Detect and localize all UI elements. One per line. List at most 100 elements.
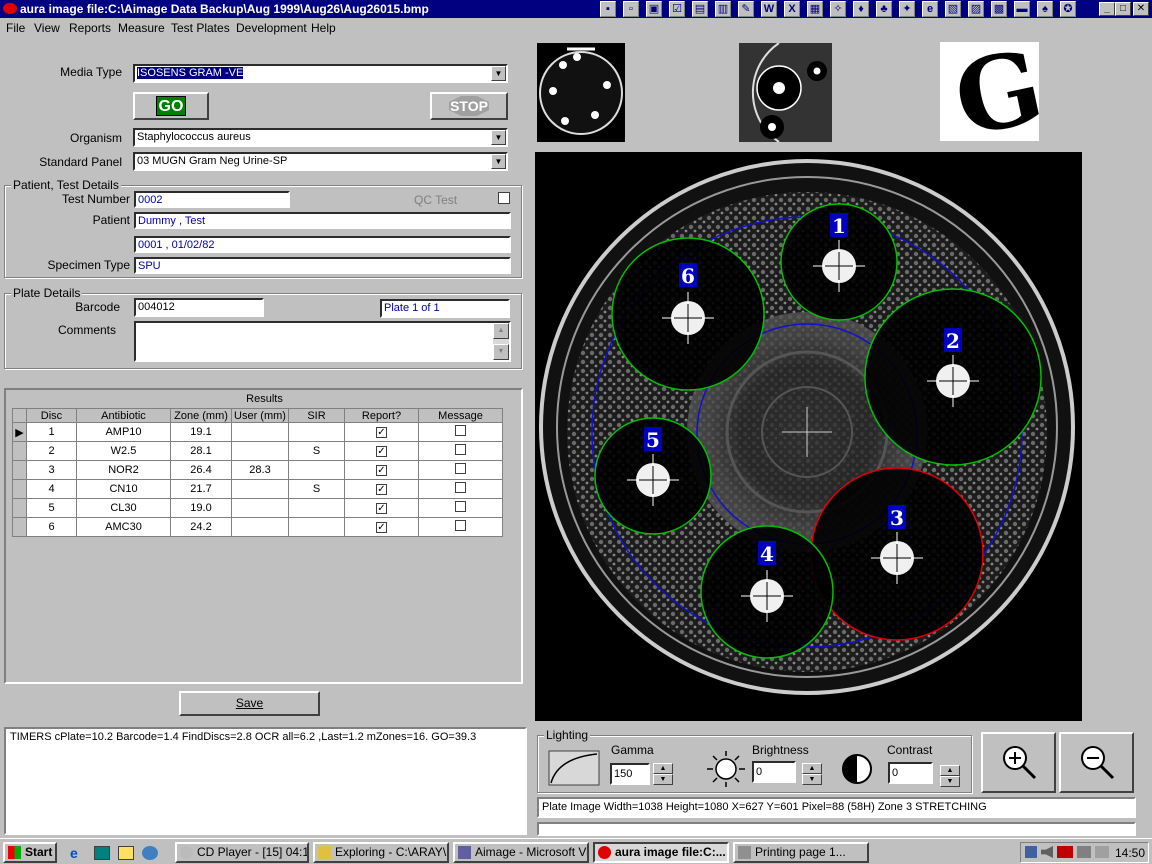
cell-zone[interactable]: 26.4 (170, 460, 232, 480)
cell-sir[interactable]: S (288, 441, 345, 461)
table-row[interactable]: ▶ 1 AMP10 19.1 ✓ (12, 422, 503, 442)
specimen-type-input[interactable]: SPU (134, 257, 511, 274)
col-sir[interactable]: SIR (288, 408, 345, 423)
cell-sir[interactable]: S (288, 479, 345, 499)
quick-launch-icon[interactable]: ▬ (1014, 1, 1030, 17)
quick-launch-icon[interactable]: ✎ (738, 1, 754, 17)
report-checkbox[interactable]: ✓ (376, 465, 387, 476)
quick-launch-icon[interactable]: ▨ (968, 1, 984, 17)
report-checkbox[interactable]: ✓ (376, 503, 387, 514)
spin-down-icon[interactable]: ▼ (802, 774, 822, 785)
comments-scrollbar[interactable]: ▲ ▼ (493, 323, 509, 360)
quick-launch-icon[interactable]: ▪ (600, 1, 616, 17)
channels-quicklaunch-icon[interactable] (142, 846, 158, 860)
col-zone[interactable]: Zone (mm) (170, 408, 232, 423)
patient-id-input[interactable]: 0001 , 01/02/82 (134, 236, 511, 253)
disc-zone-3[interactable]: 3 (810, 467, 984, 641)
cell-antibiotic[interactable]: NOR2 (76, 460, 171, 480)
disc-zone-1[interactable]: 1 (780, 203, 898, 321)
printer-tray-icon[interactable] (1095, 846, 1109, 858)
menu-file[interactable]: File (6, 21, 25, 35)
maximize-button[interactable]: □ (1115, 2, 1131, 16)
comments-textarea[interactable]: ▲ ▼ (134, 321, 511, 362)
spin-up-icon[interactable]: ▲ (940, 765, 960, 776)
qc-test-checkbox[interactable] (498, 192, 510, 204)
quick-launch-icon[interactable]: ♠ (1037, 1, 1053, 17)
cell-antibiotic[interactable]: AMP10 (76, 422, 171, 442)
table-row[interactable]: 4 CN10 21.7 S ✓ (12, 479, 503, 499)
menu-view[interactable]: View (34, 21, 60, 35)
cell-user[interactable]: 28.3 (231, 460, 289, 480)
table-row[interactable]: 2 W2.5 28.1 S ✓ (12, 441, 503, 461)
quick-launch-icon[interactable]: ▤ (692, 1, 708, 17)
spin-down-icon[interactable]: ▼ (940, 776, 960, 787)
disc-zone-2[interactable]: 2 (864, 288, 1042, 466)
minimize-button[interactable]: _ (1099, 2, 1115, 16)
col-message[interactable]: Message (418, 408, 503, 423)
spin-down-icon[interactable]: ▼ (653, 774, 673, 785)
col-disc[interactable]: Disc (26, 408, 77, 423)
go-button[interactable]: GO (133, 92, 209, 120)
cell-disc[interactable]: 5 (26, 498, 77, 518)
standard-panel-select[interactable]: 03 MUGN Gram Neg Urine-SP ▼ (133, 152, 508, 171)
zoom-out-button[interactable] (1059, 732, 1134, 793)
report-checkbox[interactable]: ✓ (376, 446, 387, 457)
plate-thumbnail[interactable] (537, 43, 625, 142)
gamma-spinner[interactable]: ▲ ▼ (653, 763, 673, 785)
cell-user[interactable] (231, 498, 289, 518)
menu-reports[interactable]: Reports (69, 21, 111, 35)
cell-antibiotic[interactable]: CN10 (76, 479, 171, 499)
menu-help[interactable]: Help (311, 21, 336, 35)
quick-launch-icon[interactable]: ▧ (945, 1, 961, 17)
menu-test-plates[interactable]: Test Plates (171, 21, 230, 35)
message-checkbox[interactable] (455, 501, 466, 512)
quick-launch-icon[interactable]: ▩ (991, 1, 1007, 17)
ati-tray-icon[interactable] (1057, 846, 1073, 858)
zone-thumbnail[interactable] (739, 43, 832, 142)
cell-zone[interactable]: 21.7 (170, 479, 232, 499)
report-checkbox[interactable]: ✓ (376, 522, 387, 533)
gamma-input[interactable]: 150 (610, 763, 650, 785)
chevron-down-icon[interactable]: ▼ (491, 66, 506, 81)
row-selector[interactable] (12, 479, 27, 499)
cell-zone[interactable]: 19.1 (170, 422, 232, 442)
row-selector[interactable] (12, 441, 27, 461)
task-printing[interactable]: Printing page 1... (733, 842, 869, 863)
table-row[interactable]: 3 NOR2 26.4 28.3 ✓ (12, 460, 503, 480)
barcode-input[interactable]: 004012 (134, 298, 264, 317)
cell-antibiotic[interactable]: AMC30 (76, 517, 171, 537)
report-checkbox[interactable]: ✓ (376, 484, 387, 495)
stop-button[interactable]: STOP (430, 92, 508, 120)
col-report[interactable]: Report? (344, 408, 419, 423)
start-button[interactable]: Start (3, 842, 57, 863)
clock[interactable]: 14:50 (1115, 846, 1145, 860)
col-user[interactable]: User (mm) (231, 408, 289, 423)
cell-disc[interactable]: 6 (26, 517, 77, 537)
ie-quicklaunch-icon[interactable]: e (70, 845, 86, 861)
report-checkbox[interactable]: ✓ (376, 427, 387, 438)
contrast-spinner[interactable]: ▲ ▼ (940, 765, 960, 787)
brightness-input[interactable]: 0 (752, 761, 796, 783)
media-type-select[interactable]: ISOSENS GRAM -VE ▼ (133, 64, 508, 83)
disc-zone-5[interactable]: 5 (594, 417, 712, 535)
task-cd-player[interactable]: CD Player - [15] 04:10 (175, 842, 309, 863)
cell-user[interactable] (231, 422, 289, 442)
cell-antibiotic[interactable]: CL30 (76, 498, 171, 518)
spin-up-icon[interactable]: ▲ (802, 763, 822, 774)
task-exploring[interactable]: Exploring - C:\ARAY\... (313, 842, 449, 863)
quick-launch-icon[interactable]: ♣ (876, 1, 892, 17)
save-button[interactable]: Save (179, 691, 320, 716)
cell-disc[interactable]: 4 (26, 479, 77, 499)
scroll-down-icon[interactable]: ▼ (493, 344, 509, 360)
row-selector[interactable] (12, 460, 27, 480)
row-selector[interactable] (12, 517, 27, 537)
scroll-up-icon[interactable]: ▲ (493, 323, 509, 339)
cell-user[interactable] (231, 517, 289, 537)
test-number-input[interactable]: 0002 (134, 191, 290, 208)
quick-launch-icon[interactable]: ✧ (830, 1, 846, 17)
chevron-down-icon[interactable]: ▼ (491, 154, 506, 169)
message-checkbox[interactable] (455, 520, 466, 531)
cell-zone[interactable]: 19.0 (170, 498, 232, 518)
volume-tray-icon[interactable] (1041, 846, 1053, 858)
plate-image-canvas[interactable]: 1 2 3 4 5 6 (535, 152, 1082, 721)
